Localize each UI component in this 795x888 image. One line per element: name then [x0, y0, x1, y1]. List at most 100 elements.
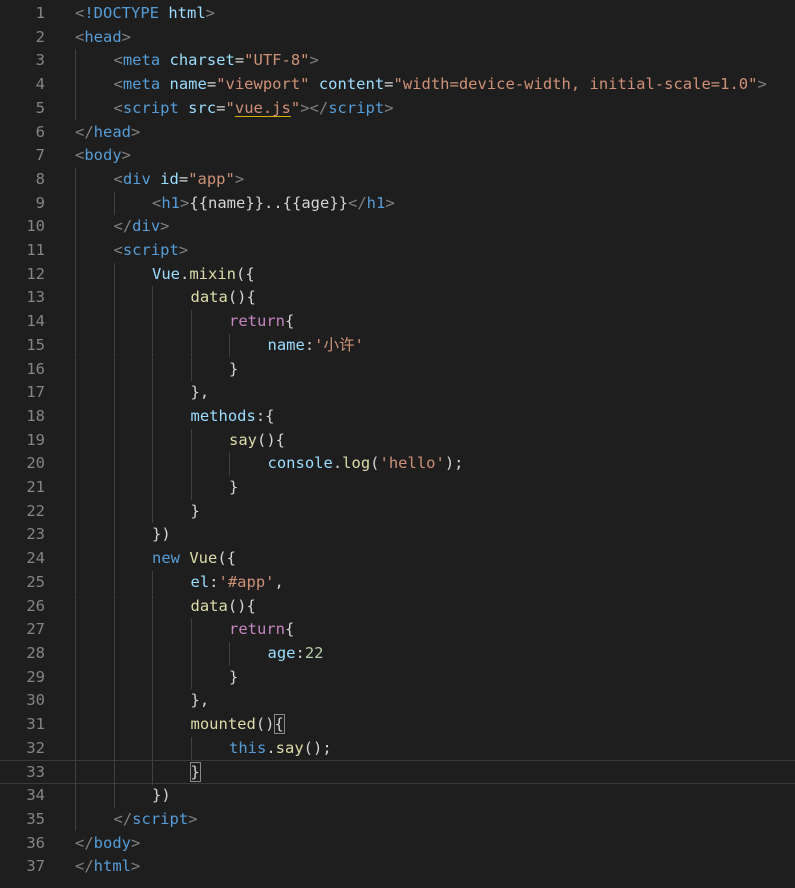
code-line[interactable]: 9 <h1>{{name}}..{{age}}</h1> [0, 191, 795, 216]
indent-guide [75, 286, 76, 311]
indent-guide [190, 476, 192, 500]
line-number: 31 [26, 715, 45, 733]
line-number: 16 [26, 359, 45, 378]
code-text: <h1>{{name}}..{{age}}</h1> [152, 192, 395, 216]
code-line[interactable]: 17}, [0, 381, 795, 405]
code-token: " [225, 98, 235, 117]
code-token: > [188, 809, 198, 828]
code-line[interactable]: 36 </body> [0, 832, 795, 856]
code-text: this.say(); [229, 737, 332, 761]
indent-guide [75, 262, 76, 287]
code-text: <body> [75, 144, 131, 168]
code-line[interactable]: 23}) [0, 523, 795, 548]
code-token: < [152, 193, 162, 212]
code-line[interactable]: 12 Vue.mixin({ [0, 262, 795, 287]
indent-guide [190, 736, 192, 761]
code-line[interactable]: 32 this.say(); [0, 736, 795, 761]
code-token: name [267, 335, 305, 354]
line-number: 3 [35, 51, 45, 70]
code-line[interactable]: 3 <meta charset="UTF-8"> [0, 49, 795, 74]
code-line[interactable]: 2 <head> [0, 26, 795, 50]
indent-guide [113, 262, 115, 287]
code-text: <script src="vue.js"></script> [114, 97, 394, 121]
code-line[interactable]: 29} [0, 665, 795, 690]
line-number: 17 [26, 383, 45, 402]
code-text: data(){ [191, 286, 256, 310]
code-token: ({ [217, 549, 237, 568]
code-text: } [229, 666, 238, 690]
code-line[interactable]: 33} [0, 760, 795, 786]
code-token: !DOCTYPE [84, 4, 159, 22]
indent-guide [152, 476, 153, 500]
code-line[interactable]: 1 <!DOCTYPE html> [0, 2, 795, 26]
code-token: head [84, 27, 122, 46]
code-line[interactable]: 34}) [0, 784, 795, 808]
code-token: "app" [188, 169, 235, 188]
code-token: script [328, 98, 385, 117]
code-token: } [229, 667, 239, 686]
code-editor[interactable]: 1 <!DOCTYPE html> 2 <head> 3 <meta charset="U… [0, 0, 795, 888]
code-text: </body> [75, 832, 140, 856]
indent-guide [152, 594, 153, 619]
code-line[interactable]: 24 new Vue({ [0, 547, 795, 571]
code-token: } [229, 478, 239, 496]
code-line[interactable]: 27 return{ [0, 618, 795, 642]
code-line[interactable]: 13 data(){ [0, 286, 795, 311]
code-token: : [304, 335, 315, 354]
indent-guide [113, 641, 115, 666]
code-line[interactable]: 14 return{ [0, 310, 795, 334]
code-line[interactable]: 28 age:22 [0, 641, 795, 666]
code-token: name [160, 75, 207, 94]
code-line[interactable]: 20 console.log('hello'); [0, 452, 795, 476]
indent-guide [75, 333, 76, 358]
code-token: data [190, 288, 228, 307]
code-line[interactable]: 5 <script src="vue.js"></script> [0, 96, 795, 121]
code-line[interactable]: 30}, [0, 689, 795, 713]
indent-guide [229, 452, 230, 476]
code-line[interactable]: 21} [0, 476, 795, 500]
code-line[interactable]: 4 <meta name="viewport" content="width=de… [0, 73, 795, 97]
line-number: 5 [35, 98, 45, 117]
code-token: > [121, 27, 132, 46]
indent-guide [152, 286, 153, 311]
indent-guide [190, 428, 192, 453]
code-line[interactable]: 25 el:'#app', [0, 570, 795, 595]
code-line[interactable]: 16} [0, 357, 795, 382]
indent-guide [75, 784, 76, 808]
indent-guide [152, 404, 153, 429]
code-token: html [93, 857, 131, 876]
code-token: > [131, 122, 141, 141]
code-text: </head> [75, 121, 140, 145]
line-number: 26 [26, 596, 45, 615]
code-line[interactable]: 10 </div> [0, 215, 795, 239]
code-line[interactable]: 8 <div id="app"> [0, 167, 795, 192]
code-token: data [190, 596, 228, 615]
indent-guide [75, 215, 76, 239]
indent-guide [190, 618, 192, 642]
code-line[interactable]: 31 mounted(){ [0, 713, 795, 737]
code-token: > [234, 169, 245, 188]
code-line[interactable]: 22} [0, 499, 795, 524]
code-line[interactable]: 6 </head> [0, 121, 795, 145]
code-token: </ [348, 193, 367, 212]
code-line[interactable]: 35 </script> [0, 807, 795, 832]
code-token: src [178, 98, 217, 117]
code-line[interactable]: 7 <body> [0, 144, 795, 168]
code-line[interactable]: 15 name:'小许' [0, 333, 795, 358]
code-line[interactable]: 37 </html> [0, 855, 795, 879]
code-token: < [75, 4, 85, 22]
code-line[interactable]: 26 data(){ [0, 594, 795, 619]
code-token: }, [190, 383, 210, 402]
code-token: </ [75, 857, 94, 876]
indent-guide [113, 594, 115, 619]
line-number: 7 [35, 146, 45, 165]
code-line[interactable]: 18 methods:{ [0, 404, 795, 429]
line-number: 10 [26, 217, 45, 236]
code-line[interactable]: 19 say(){ [0, 428, 795, 453]
line-number: 21 [26, 478, 45, 496]
code-token: > [131, 857, 141, 876]
indent-guide [152, 381, 153, 405]
code-token: html [159, 4, 206, 22]
code-line[interactable]: 11 <script> [0, 239, 795, 263]
code-text: console.log('hello'); [268, 452, 464, 476]
